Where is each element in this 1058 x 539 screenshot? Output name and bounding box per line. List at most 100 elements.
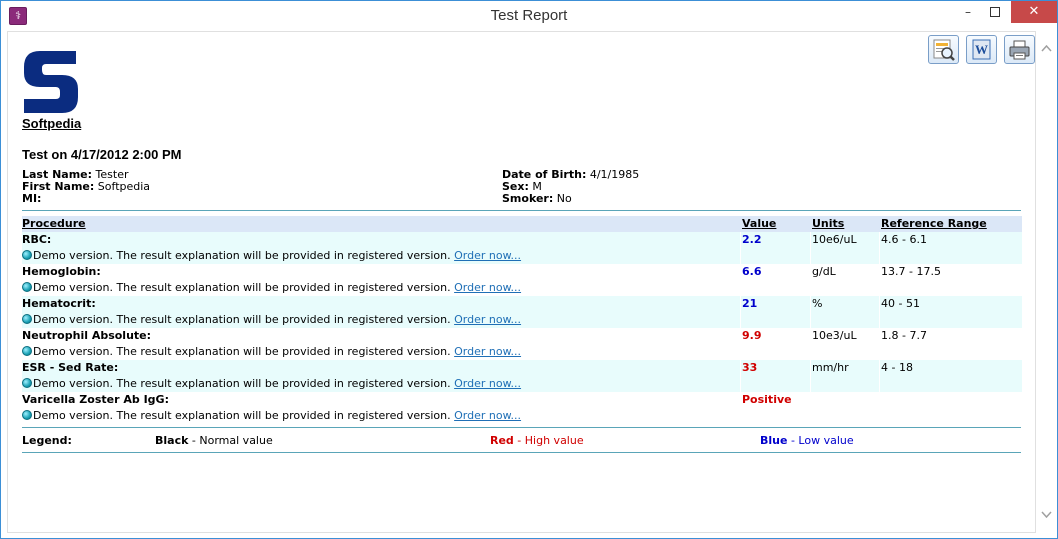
info-bullet-icon	[22, 410, 32, 420]
result-value: 2.2	[742, 233, 762, 246]
info-bullet-icon	[22, 282, 32, 292]
procedure-name: Neutrophil Absolute:	[22, 329, 152, 342]
window-title: Test Report	[490, 7, 568, 24]
order-now-link[interactable]: Order now...	[454, 281, 521, 294]
title-bar[interactable]: ⚕ Test Report – ✕	[1, 1, 1057, 31]
explanation-line: Demo version. The result explanation wil…	[22, 280, 521, 296]
explanation-row: Demo version. The result explanation wil…	[22, 408, 1022, 424]
word-export-icon: W	[972, 39, 991, 60]
procedure-name: Hemoglobin:	[22, 265, 101, 278]
vertical-scrollbar[interactable]	[1036, 31, 1057, 533]
explanation-line: Demo version. The result explanation wil…	[22, 312, 521, 328]
legend-high: Red - High value	[490, 434, 584, 448]
table-row: RBC: 2.2 10e6/uL 4.6 - 6.1	[22, 232, 1022, 248]
demo-text: Demo version. The result explanation wil…	[33, 377, 451, 390]
legend-black-word: Black	[155, 434, 189, 447]
procedure-name: RBC:	[22, 233, 52, 246]
reference-range: 1.8 - 7.7	[881, 329, 927, 342]
result-value: 33	[742, 361, 758, 374]
brand-name[interactable]: Softpedia	[22, 116, 81, 131]
smoker-label: Smoker:	[502, 192, 554, 205]
reference-range-header[interactable]: Reference Range	[881, 216, 987, 232]
info-bullet-icon	[22, 314, 32, 324]
order-now-link[interactable]: Order now...	[454, 409, 521, 422]
divider	[22, 452, 1021, 453]
explanation-row: Demo version. The result explanation wil…	[22, 248, 1022, 264]
explanation-row: Demo version. The result explanation wil…	[22, 344, 1022, 360]
legend-title-text: Legend:	[22, 434, 72, 447]
info-bullet-icon	[22, 250, 32, 260]
procedure-header[interactable]: Procedure	[22, 216, 86, 232]
printer-icon	[1009, 40, 1030, 60]
legend-blue-text: - Low value	[787, 434, 854, 447]
table-header-row: Procedure Value Units Reference Range	[22, 216, 1022, 232]
mi-label: MI:	[22, 192, 42, 205]
legend-low: Blue - Low value	[760, 434, 854, 448]
table-row: Neutrophil Absolute: 9.9 10e3/uL 1.8 - 7.7	[22, 328, 1022, 344]
report-content: W Softpedia Test on 4/17/2012 2:00 PM La…	[7, 31, 1036, 533]
export-word-button[interactable]: W	[966, 35, 997, 64]
order-now-link[interactable]: Order now...	[454, 313, 521, 326]
softpedia-logo	[24, 51, 78, 113]
demo-text: Demo version. The result explanation wil…	[33, 345, 451, 358]
legend-red-text: - High value	[513, 434, 584, 447]
order-now-link[interactable]: Order now...	[454, 345, 521, 358]
legend-red-word: Red	[490, 434, 514, 447]
maximize-icon	[989, 7, 1000, 17]
divider	[22, 427, 1021, 428]
table-row: ESR - Sed Rate: 33 mm/hr 4 - 18	[22, 360, 1022, 376]
legend-title: Legend:	[22, 434, 72, 448]
explanation-row: Demo version. The result explanation wil…	[22, 280, 1022, 296]
order-now-link[interactable]: Order now...	[454, 249, 521, 262]
result-value: 9.9	[742, 329, 762, 342]
print-button[interactable]	[1004, 35, 1035, 64]
result-value: 21	[742, 297, 758, 310]
close-button[interactable]: ✕	[1011, 1, 1057, 23]
value-header[interactable]: Value	[742, 216, 776, 232]
legend-normal: Black - Normal value	[155, 434, 273, 448]
reference-range: 4 - 18	[881, 361, 913, 374]
result-value: 6.6	[742, 265, 762, 278]
scroll-down-icon[interactable]	[1036, 507, 1057, 523]
procedure-name: ESR - Sed Rate:	[22, 361, 119, 374]
reference-range: 4.6 - 6.1	[881, 233, 927, 246]
dob-value: 4/1/1985	[589, 168, 640, 181]
info-bullet-icon	[22, 378, 32, 388]
explanation-line: Demo version. The result explanation wil…	[22, 376, 521, 392]
procedure-name: Varicella Zoster Ab IgG:	[22, 393, 169, 406]
demo-text: Demo version. The result explanation wil…	[33, 281, 451, 294]
reference-range: 13.7 - 17.5	[881, 265, 941, 278]
explanation-line: Demo version. The result explanation wil…	[22, 408, 521, 424]
test-report-window: ⚕ Test Report – ✕ W Softpedia Test on 4/…	[0, 0, 1058, 539]
result-value: Positive	[742, 393, 792, 406]
explanation-line: Demo version. The result explanation wil…	[22, 248, 521, 264]
result-units: 10e3/uL	[812, 329, 857, 342]
divider	[22, 210, 1021, 211]
result-units: %	[812, 297, 823, 310]
table-row: Hemoglobin: 6.6 g/dL 13.7 - 17.5	[22, 264, 1022, 280]
minimize-button[interactable]: –	[955, 1, 981, 23]
explanation-row: Demo version. The result explanation wil…	[22, 312, 1022, 328]
explanation-line: Demo version. The result explanation wil…	[22, 344, 521, 360]
info-bullet-icon	[22, 346, 32, 356]
smoker-value: No	[556, 192, 572, 205]
maximize-button[interactable]	[981, 1, 1008, 23]
legend-blue-word: Blue	[760, 434, 788, 447]
report-title: Test on 4/17/2012 2:00 PM	[22, 147, 182, 162]
demo-text: Demo version. The result explanation wil…	[33, 249, 451, 262]
demo-text: Demo version. The result explanation wil…	[33, 409, 451, 422]
result-units: mm/hr	[812, 361, 849, 374]
order-now-link[interactable]: Order now...	[454, 377, 521, 390]
print-preview-button[interactable]	[928, 35, 959, 64]
table-row: Hematocrit: 21% 40 - 51	[22, 296, 1022, 312]
first-name-value: Softpedia	[97, 180, 151, 193]
table-row: Varicella Zoster Ab IgG: Positive	[22, 392, 1022, 408]
scroll-up-icon[interactable]	[1036, 41, 1057, 57]
reference-range: 40 - 51	[881, 297, 920, 310]
print-preview-icon	[933, 39, 955, 61]
demo-text: Demo version. The result explanation wil…	[33, 313, 451, 326]
result-units: g/dL	[812, 265, 836, 278]
units-header[interactable]: Units	[812, 216, 844, 232]
result-units: 10e6/uL	[812, 233, 857, 246]
legend-black-text: - Normal value	[188, 434, 273, 447]
